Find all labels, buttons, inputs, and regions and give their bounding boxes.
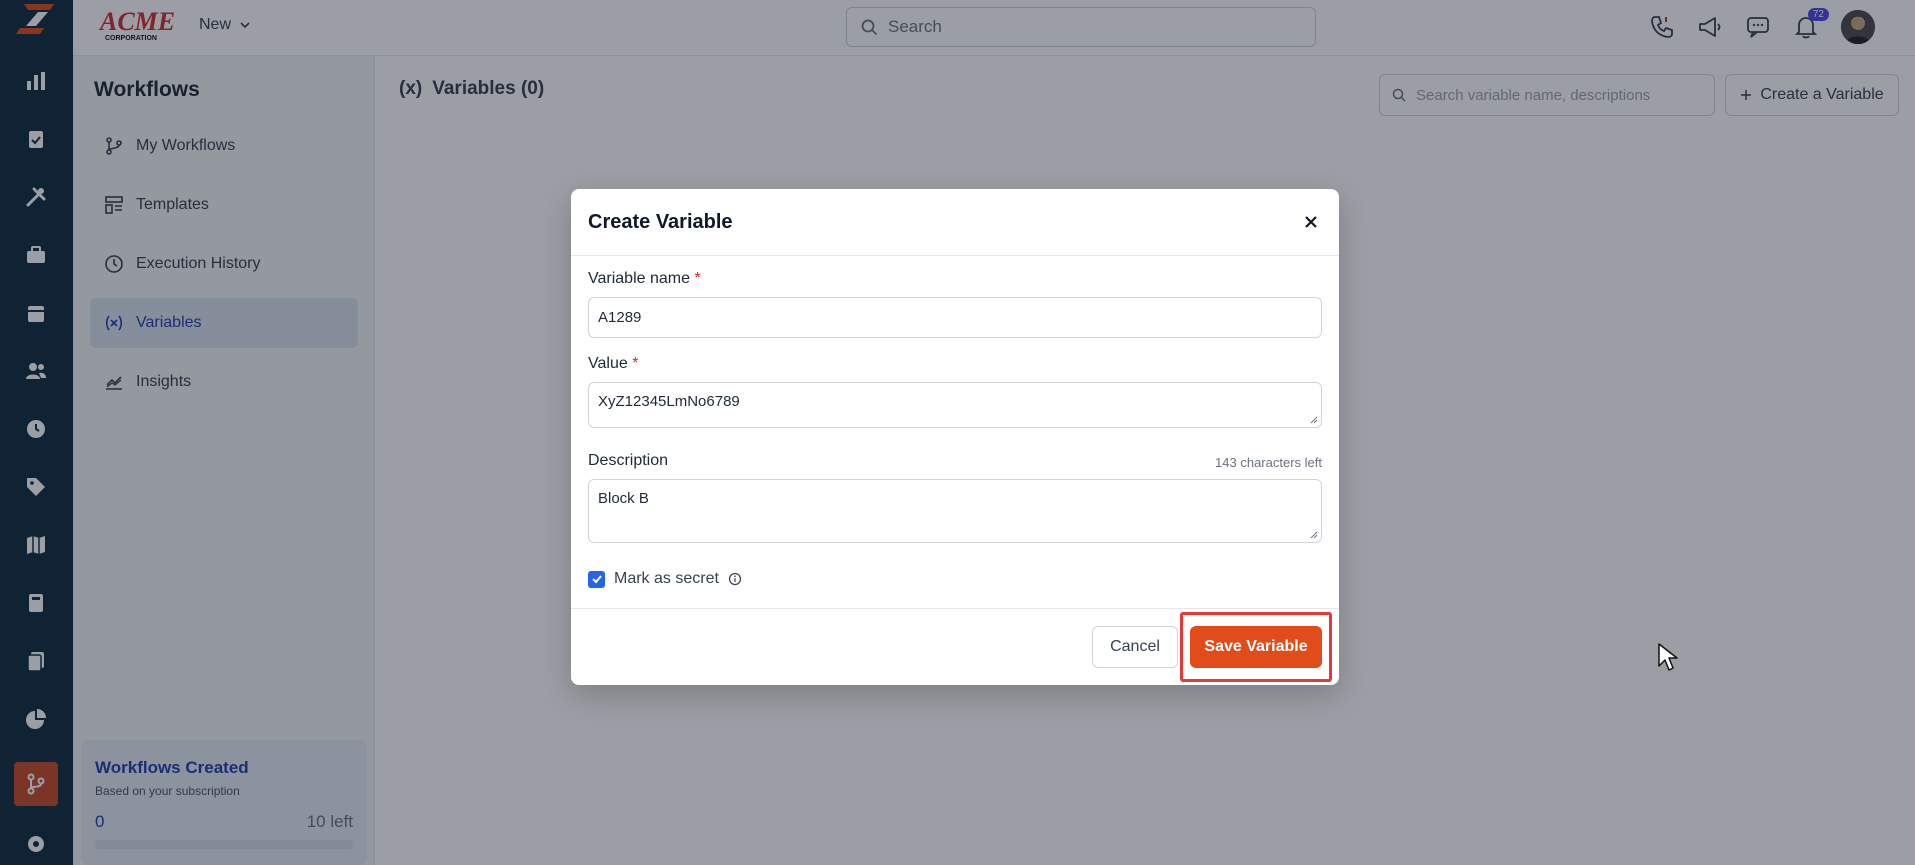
info-icon[interactable]: [728, 572, 742, 586]
required-marker: *: [694, 270, 701, 287]
variable-name-field[interactable]: A1289: [588, 297, 1322, 338]
required-marker: *: [632, 355, 639, 372]
description-field[interactable]: Block B: [588, 479, 1322, 543]
modal-header: Create Variable: [571, 189, 1339, 256]
checkmark-icon: [591, 575, 602, 584]
mark-secret-row: Mark as secret: [588, 570, 742, 588]
value-field[interactable]: XyZ12345LmNo6789: [588, 382, 1322, 428]
mark-secret-checkbox[interactable]: [588, 570, 605, 588]
mark-secret-label: Mark as secret: [614, 570, 719, 587]
close-button[interactable]: [1300, 211, 1322, 233]
description-label: Description: [588, 452, 669, 469]
modal-title: Create Variable: [588, 210, 733, 233]
variable-name-label: Variable name *: [588, 270, 701, 288]
variable-name-value: A1289: [598, 309, 642, 326]
value-label: Value *: [588, 355, 638, 373]
modal-footer: Cancel Save Variable: [571, 608, 1339, 685]
value-field-value: XyZ12345LmNo6789: [598, 393, 740, 410]
mouse-cursor-icon: [1658, 643, 1678, 671]
description-field-value: Block B: [598, 490, 649, 507]
cancel-button[interactable]: Cancel: [1092, 626, 1178, 668]
save-variable-button[interactable]: Save Variable: [1190, 626, 1322, 668]
value-label-text: Value: [588, 355, 628, 372]
characters-left-counter: 143 characters left: [1215, 455, 1322, 470]
create-variable-modal: Create Variable Variable name * A1289 Va…: [571, 189, 1339, 685]
close-icon: [1305, 216, 1317, 228]
resize-handle-icon[interactable]: [1310, 416, 1318, 424]
variable-name-label-text: Variable name: [588, 270, 690, 287]
resize-handle-icon[interactable]: [1310, 531, 1318, 539]
